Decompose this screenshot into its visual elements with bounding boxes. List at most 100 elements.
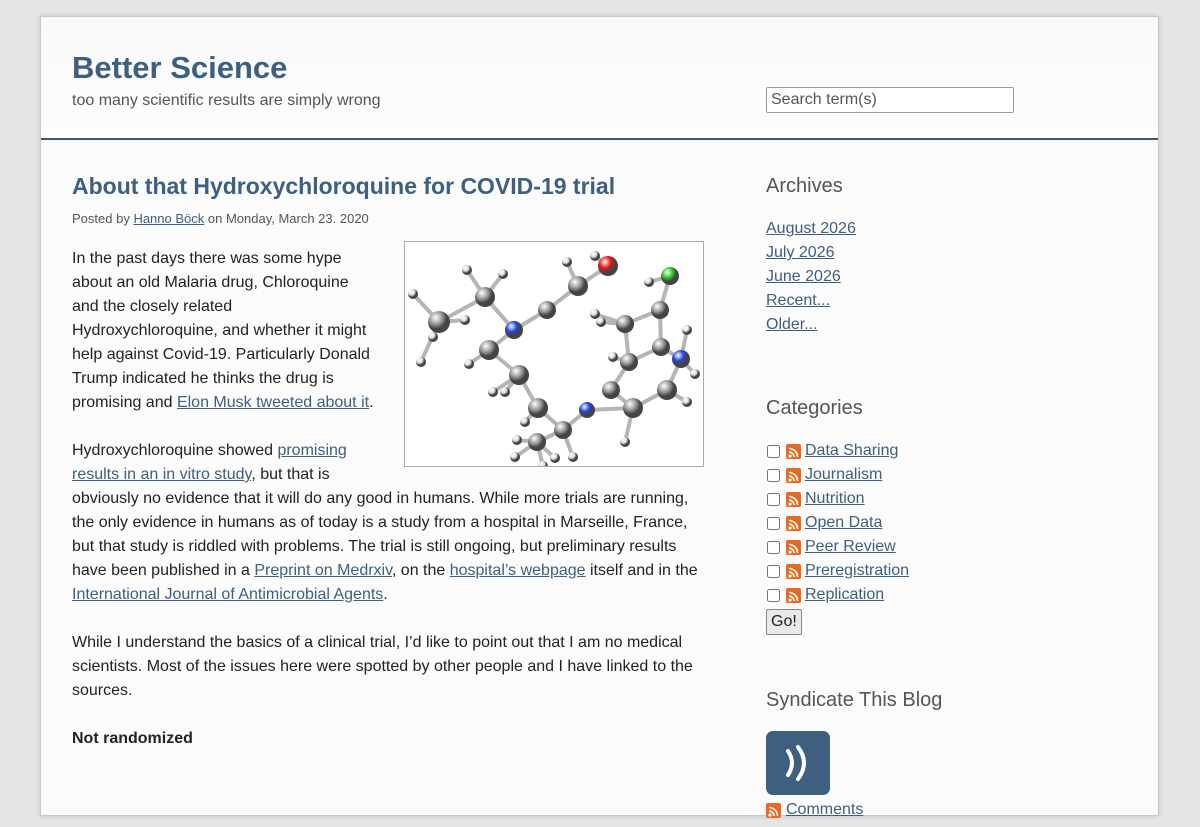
feed-icon[interactable] [766, 731, 830, 795]
archive-link-older[interactable]: Older... [766, 316, 818, 333]
hydrogen-atom [538, 461, 548, 471]
atom-c [620, 353, 638, 371]
category-checkbox-preregistration[interactable] [767, 564, 780, 578]
archive-item: Older... [766, 313, 1126, 337]
hydrogen-atom [460, 315, 470, 325]
category-checkbox-peer-review[interactable] [767, 540, 780, 554]
rss-feed-icon[interactable] [786, 563, 801, 579]
category-link-journalism[interactable]: Journalism [805, 463, 882, 487]
hydrogen-atom [590, 309, 600, 319]
category-item: Preregistration [766, 559, 1126, 583]
atom-c [602, 381, 620, 399]
hydrogen-atom [568, 452, 578, 462]
rss-feed-icon[interactable] [786, 587, 801, 603]
category-link-peer-review[interactable]: Peer Review [805, 535, 896, 559]
category-checkbox-journalism[interactable] [767, 468, 780, 482]
category-link-replication[interactable]: Replication [805, 583, 884, 607]
atom-c [568, 276, 588, 296]
archive-item: Recent... [766, 289, 1126, 313]
feed-icon-glyph [786, 745, 806, 781]
subheading-text: Not randomized [72, 730, 193, 747]
site-title[interactable]: Better Science [72, 50, 287, 86]
rss-feed-icon[interactable] [786, 443, 801, 459]
category-checkbox-open-data[interactable] [767, 516, 780, 530]
archive-item: July 2026 [766, 241, 1126, 265]
hydrogen-atom [620, 437, 630, 447]
archive-link-august-2026[interactable]: August 2026 [766, 220, 856, 237]
hydrogen-atom [500, 387, 510, 397]
archive-link-june-2026[interactable]: June 2026 [766, 268, 841, 285]
hydrogen-atom [488, 387, 498, 397]
rss-feed-icon[interactable] [786, 467, 801, 483]
hydrogen-atom [590, 251, 600, 261]
categories-heading: Categories [766, 397, 863, 419]
journal-link[interactable]: International Journal of Antimicrobial A… [72, 586, 383, 603]
category-item: Data Sharing [766, 439, 1126, 463]
hydrogen-atom [464, 359, 474, 369]
category-checkbox-nutrition[interactable] [767, 492, 780, 506]
hydrogen-atom [416, 357, 426, 367]
archive-link-recent[interactable]: Recent... [766, 292, 830, 309]
hydrogen-atom [608, 352, 618, 362]
post-title[interactable]: About that Hydroxychloroquine for COVID-… [72, 167, 704, 205]
category-item: Nutrition [766, 487, 1126, 511]
category-link-data-sharing[interactable]: Data Sharing [805, 439, 898, 463]
comments-feed-link[interactable]: Comments [786, 798, 863, 822]
category-list: Data Sharing Journalism Nutrition Open D… [766, 439, 1126, 607]
post-meta-date: on Monday, March 23. 2020 [204, 211, 369, 226]
atom-c [479, 340, 499, 360]
sidebar: Archives August 2026 July 2026 June 2026… [766, 167, 1126, 822]
rss-feed-icon[interactable] [766, 802, 781, 818]
atom-c [475, 287, 495, 307]
site-header: Better Science too many scientific resul… [41, 17, 1158, 140]
p2-end: . [383, 586, 388, 603]
p1-text: In the past days there was some hype abo… [72, 250, 370, 411]
category-item: Journalism [766, 463, 1126, 487]
hydrogen-atom [644, 277, 654, 287]
site-tagline: too many scientific results are simply w… [72, 92, 381, 109]
category-checkbox-data-sharing[interactable] [767, 444, 780, 458]
atom-c [657, 380, 677, 400]
category-checkbox-replication[interactable] [767, 588, 780, 602]
post-body: In the past days there was some hype abo… [72, 241, 704, 751]
p2-d: itself and in the [585, 562, 698, 579]
archive-item: June 2026 [766, 265, 1126, 289]
atom-c [616, 315, 634, 333]
archive-item: August 2026 [766, 217, 1126, 241]
hospital-webpage-link[interactable]: hospital’s webpage [450, 562, 586, 579]
atom-c [651, 301, 669, 319]
syndicate-heading: Syndicate This Blog [766, 689, 943, 711]
hydrogen-atom [550, 453, 560, 463]
elon-musk-link[interactable]: Elon Musk tweeted about it [177, 394, 369, 411]
category-link-nutrition[interactable]: Nutrition [805, 487, 865, 511]
atom-c [538, 301, 556, 319]
atom-cl [661, 267, 679, 285]
molecule-illustration [404, 241, 704, 471]
hydrogen-atom [408, 289, 418, 299]
post-author-link[interactable]: Hanno Böck [133, 211, 204, 226]
atom-c [554, 421, 572, 439]
hydrogen-atom [512, 435, 522, 445]
post-meta-prefix: Posted by [72, 211, 134, 226]
hydrogen-atom [562, 257, 572, 267]
medrxiv-link[interactable]: Preprint on Medrxiv [254, 562, 392, 579]
rss-feed-icon[interactable] [786, 515, 801, 531]
main-content: About that Hydroxychloroquine for COVID-… [72, 167, 704, 775]
go-button[interactable]: Go! [766, 609, 802, 635]
hydrogen-atom [462, 265, 472, 275]
post-meta: Posted by Hanno Böck on Monday, March 23… [72, 211, 704, 227]
atom-c [652, 338, 670, 356]
category-item: Replication [766, 583, 1126, 607]
rss-feed-icon[interactable] [786, 491, 801, 507]
atom-o [598, 256, 618, 276]
hydrogen-atom [510, 452, 520, 462]
archives-heading: Archives [766, 175, 843, 197]
search-input[interactable] [766, 87, 1014, 113]
archive-link-july-2026[interactable]: July 2026 [766, 244, 835, 261]
hydrogen-atom [428, 332, 438, 342]
atom-n [579, 402, 595, 418]
category-link-open-data[interactable]: Open Data [805, 511, 882, 535]
atom-n [505, 321, 523, 339]
rss-feed-icon[interactable] [786, 539, 801, 555]
category-link-preregistration[interactable]: Preregistration [805, 559, 909, 583]
